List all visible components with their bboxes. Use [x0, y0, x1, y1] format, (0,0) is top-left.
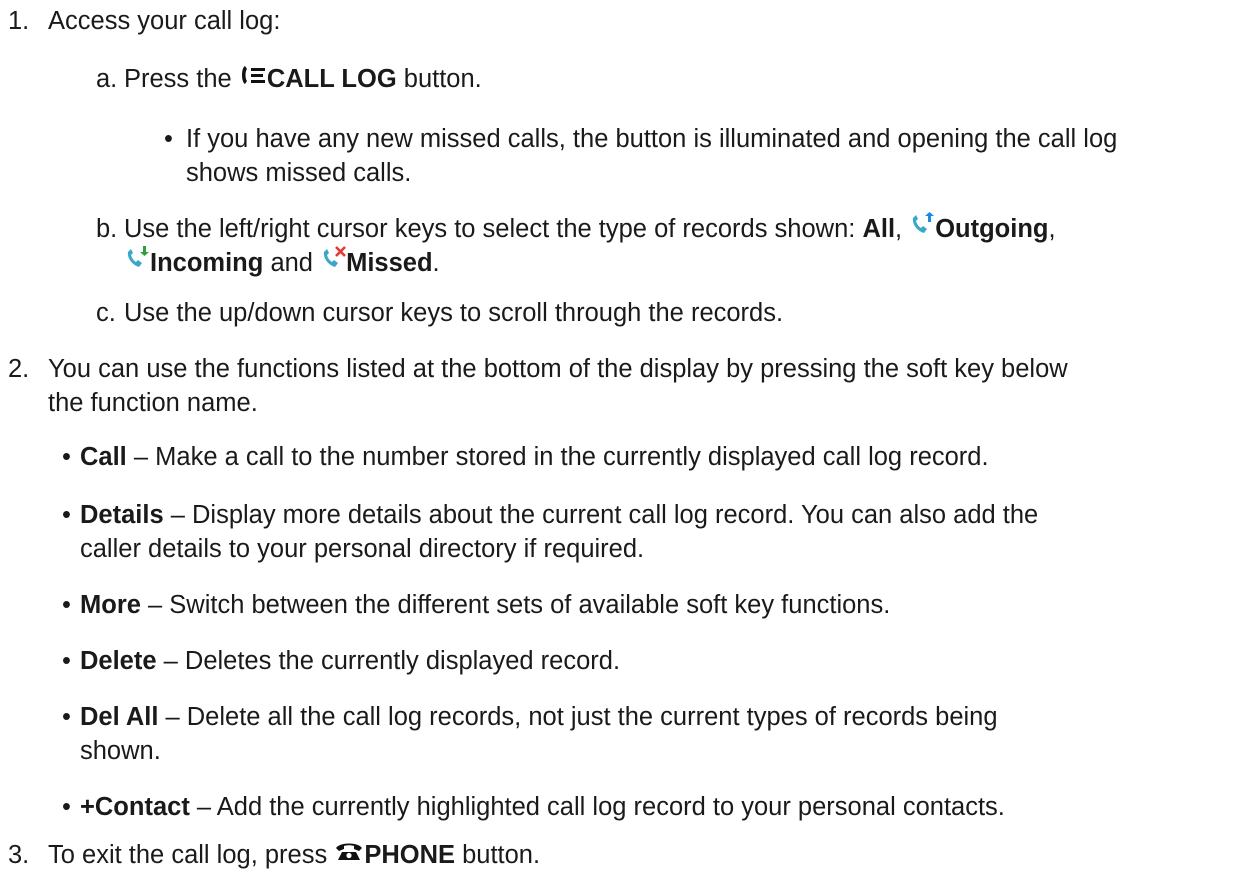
- bullet: •: [62, 647, 71, 675]
- step-3-text: To exit the call log, press PHONE button…: [48, 838, 540, 874]
- outgoing-call-icon: [909, 211, 935, 246]
- bullet: •: [62, 501, 71, 529]
- substep-a-pre: Press the: [124, 65, 232, 93]
- function-desc: – Switch between the different sets of a…: [148, 591, 891, 619]
- phone-button-label: PHONE: [364, 841, 455, 869]
- function-name: +Contact: [80, 793, 190, 821]
- a-note-line2: shows missed calls.: [186, 159, 412, 187]
- function-name: Del All: [80, 703, 159, 731]
- bullet: •: [62, 443, 71, 471]
- step-2-number: 2.: [8, 355, 30, 383]
- incoming-call-icon: [124, 245, 150, 280]
- function-del-all-line2: shown.: [80, 737, 161, 765]
- substep-b-line1: Use the left/right cursor keys to select…: [124, 211, 1056, 248]
- function-name: Delete: [80, 647, 157, 675]
- step-2-line1: You can use the functions listed at the …: [48, 355, 1068, 383]
- a-note-line1: If you have any new missed calls, the bu…: [186, 125, 1118, 153]
- function-desc: – Add the currently highlighted call log…: [196, 793, 1005, 821]
- substep-b-line2: Incoming and Missed.: [124, 245, 440, 282]
- filter-all-label: All: [862, 215, 896, 243]
- function-desc: – Delete all the call log records, not j…: [165, 703, 998, 731]
- function-name: Details: [80, 501, 164, 529]
- filter-missed-label: Missed: [346, 249, 433, 277]
- substep-a-text: Press the CALL LOG button.: [124, 62, 482, 98]
- function-desc: – Deletes the currently displayed record…: [163, 647, 621, 675]
- substep-a-letter: a.: [96, 65, 118, 93]
- step-1-number: 1.: [8, 7, 30, 35]
- step-2-line2: the function name.: [48, 389, 258, 417]
- function-del-all: Del All – Delete all the call log record…: [80, 700, 998, 735]
- function-delete: Delete – Deletes the currently displayed…: [80, 644, 620, 679]
- substep-a-post: button.: [403, 65, 482, 93]
- function-details-line2: caller details to your personal director…: [80, 535, 645, 563]
- step-1-text: Access your call log:: [48, 7, 281, 35]
- bullet: •: [62, 591, 71, 619]
- function-contact: +Contact – Add the currently highlighted…: [80, 790, 1005, 825]
- bullet-a-note: •: [164, 125, 173, 153]
- call-log-icon: [239, 61, 267, 96]
- bullet: •: [62, 703, 71, 731]
- substep-b-pre: Use the left/right cursor keys to select…: [124, 215, 856, 243]
- missed-call-icon: [320, 245, 346, 280]
- function-details: Details – Display more details about the…: [80, 498, 1038, 533]
- and-text: and: [270, 249, 313, 277]
- filter-outgoing-label: Outgoing: [935, 215, 1049, 243]
- step-3-pre: To exit the call log, press: [48, 841, 328, 869]
- substep-b-letter: b.: [96, 215, 118, 243]
- bullet: •: [62, 793, 71, 821]
- substep-c-text: Use the up/down cursor keys to scroll th…: [124, 299, 784, 327]
- function-call: Call – Make a call to the number stored …: [80, 440, 989, 475]
- step-3-post: button.: [462, 841, 541, 869]
- function-more: More – Switch between the different sets…: [80, 588, 890, 623]
- substep-c-letter: c.: [96, 299, 116, 327]
- function-desc: – Display more details about the current…: [170, 501, 1039, 529]
- call-log-button-label: CALL LOG: [266, 65, 397, 93]
- filter-incoming-label: Incoming: [150, 249, 264, 277]
- phone-icon: [334, 837, 364, 872]
- function-name: More: [80, 591, 141, 619]
- function-desc: – Make a call to the number stored in th…: [133, 443, 989, 471]
- function-name: Call: [80, 443, 127, 471]
- step-3-number: 3.: [8, 841, 30, 869]
